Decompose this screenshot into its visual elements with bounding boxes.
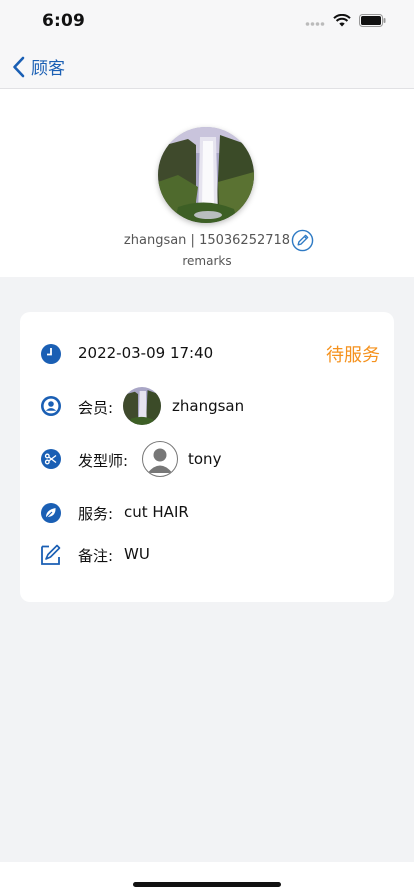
cellular-signal-icon — [305, 21, 325, 26]
appointment-datetime: 2022-03-09 17:40 — [78, 344, 214, 362]
info-separator: | — [186, 233, 200, 248]
stylist-row: 发型师: tony — [20, 441, 394, 477]
service-label: 服务: — [78, 505, 114, 523]
member-avatar — [123, 387, 161, 425]
customer-remarks: remarks — [182, 254, 232, 268]
customer-info-line: zhangsan | 15036252718 — [0, 233, 414, 248]
home-indicator — [133, 882, 281, 887]
service-row: 服务: cut HAIR — [20, 501, 394, 525]
stylist-label: 发型师: — [78, 452, 129, 470]
appointment-card[interactable]: 待服务 2022-03-09 17:40 会员: zhangsan 发型师: t… — [20, 312, 394, 602]
member-icon — [41, 396, 61, 416]
back-button-label: 顾客 — [31, 59, 65, 79]
scissors-icon — [41, 449, 61, 469]
note-value: WU — [124, 545, 150, 563]
back-chevron-icon — [13, 56, 25, 77]
leaf-icon — [41, 503, 61, 523]
default-person-icon — [147, 448, 173, 473]
service-value: cut HAIR — [124, 503, 189, 521]
customer-username: zhangsan — [123, 233, 187, 248]
customer-avatar — [158, 127, 254, 223]
edit-icon[interactable] — [291, 229, 314, 252]
datetime-row: 2022-03-09 17:40 — [20, 341, 394, 365]
battery-icon — [359, 14, 386, 27]
customer-phone: 15036252718 — [199, 233, 291, 248]
stylist-name: tony — [188, 450, 222, 468]
member-label: 会员: — [78, 399, 114, 417]
status-time: 6:09 — [42, 11, 86, 31]
stylist-avatar — [142, 441, 178, 477]
clock-icon — [41, 344, 61, 364]
note-icon — [41, 544, 61, 565]
status-bar: 6:09 — [0, 0, 414, 44]
waterfall-photo — [123, 387, 161, 425]
wifi-icon — [333, 14, 351, 27]
waterfall-photo — [158, 127, 254, 223]
note-row: 备注: WU — [20, 543, 394, 567]
member-row: 会员: zhangsan — [20, 387, 394, 425]
customer-profile: zhangsan | 15036252718 remarks — [0, 89, 414, 277]
note-label: 备注: — [78, 547, 114, 565]
status-icons — [305, 14, 386, 27]
back-button[interactable]: 顾客 — [12, 54, 65, 79]
bottom-safe-area — [0, 862, 414, 896]
member-name: zhangsan — [172, 397, 245, 415]
navigation-bar: 顾客 — [0, 44, 414, 89]
